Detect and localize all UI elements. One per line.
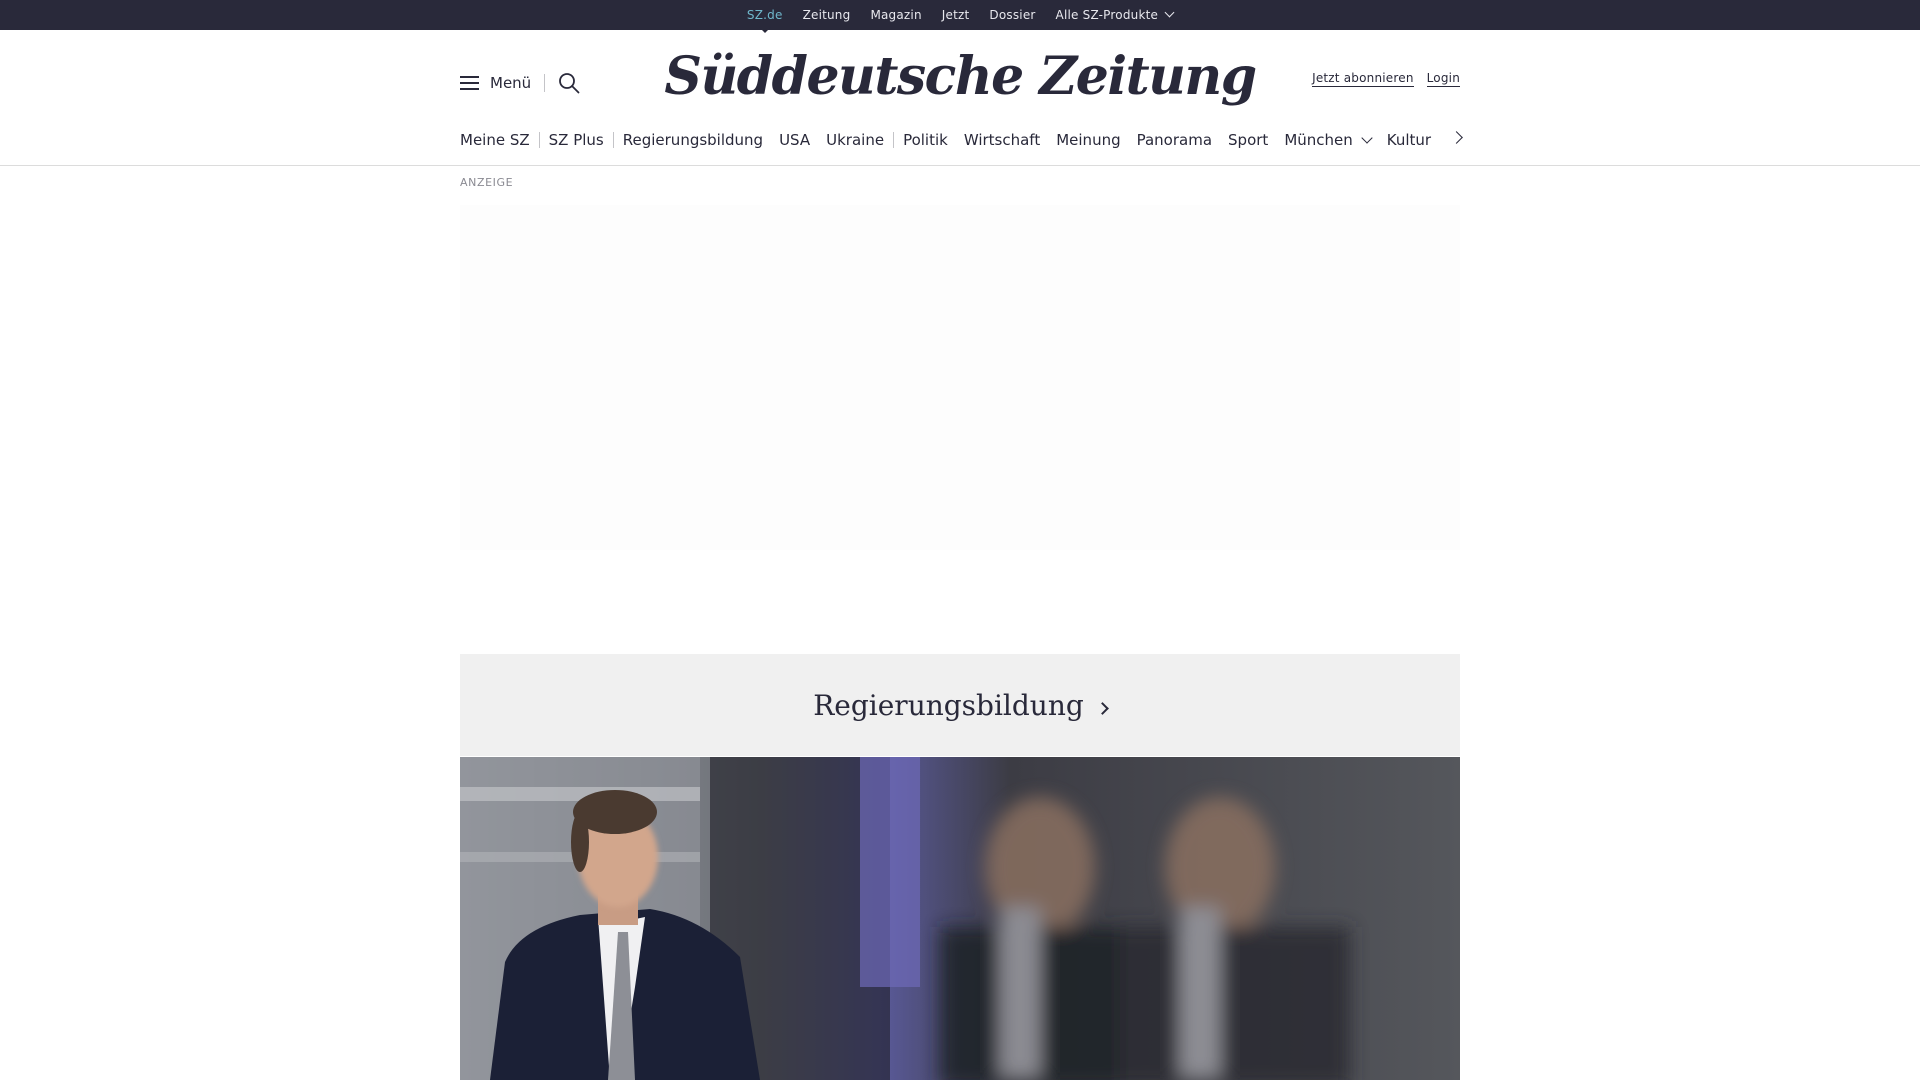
nav-item-sport[interactable]: Sport [1228,131,1268,149]
section-header: Regierungsbildung [460,654,1460,756]
all-products-dropdown[interactable]: Alle SZ-Produkte [1055,7,1175,22]
nav-divider [612,132,614,148]
nav-item-usa[interactable]: USA [779,131,810,149]
nav-item-sz-plus[interactable]: SZ Plus [549,131,604,149]
site-logo: Süddeutsche Zeitung [0,46,1920,107]
ad-slot [460,205,1460,550]
section-link[interactable]: Regierungsbildung [813,688,1109,722]
nav-item-muenchen[interactable]: München [1284,131,1373,149]
chevron-down-icon [1164,7,1175,18]
hero-image[interactable] [460,757,1460,1080]
chevron-down-icon [1361,132,1373,144]
product-link-jetzt[interactable]: Jetzt [942,8,970,22]
nav-divider [538,132,540,148]
nav-item-meinung[interactable]: Meinung [1056,131,1120,149]
subscribe-link[interactable]: Jetzt abonnieren [1312,71,1414,87]
section-title: Regierungsbildung [813,688,1084,722]
product-bar: SZ.de Zeitung Magazin Jetzt Dossier Alle… [0,0,1920,33]
logo-link[interactable]: Süddeutsche Zeitung [664,46,1257,107]
nav-item-politik[interactable]: Politik [903,131,948,149]
product-link-sz-de[interactable]: SZ.de [747,8,783,33]
nav-item-kultur[interactable]: Kultur [1387,131,1431,149]
chevron-right-icon [1095,701,1109,715]
product-link-magazin[interactable]: Magazin [870,8,921,22]
all-products-label: Alle SZ-Produkte [1055,8,1159,22]
nav-scroll-right-icon[interactable] [1450,131,1463,144]
product-link-zeitung[interactable]: Zeitung [803,8,851,22]
main-navigation: Meine SZ SZ Plus Regierungsbildung USA U… [460,130,1447,150]
nav-item-regierungsbildung[interactable]: Regierungsbildung [623,131,763,149]
nav-item-wirtschaft[interactable]: Wirtschaft [964,131,1040,149]
nav-item-panorama[interactable]: Panorama [1137,131,1212,149]
site-header: Menü Süddeutsche Zeitung Jetzt abonniere… [0,30,1920,166]
nav-divider [893,132,895,148]
account-links: Jetzt abonnieren Login [1312,71,1460,87]
nav-item-meine-sz[interactable]: Meine SZ [460,131,530,149]
product-link-dossier[interactable]: Dossier [989,8,1035,22]
nav-item-ukraine[interactable]: Ukraine [826,131,884,149]
nav-item-muenchen-label: München [1284,131,1353,149]
login-link[interactable]: Login [1426,71,1460,87]
ad-label: ANZEIGE [460,176,514,189]
